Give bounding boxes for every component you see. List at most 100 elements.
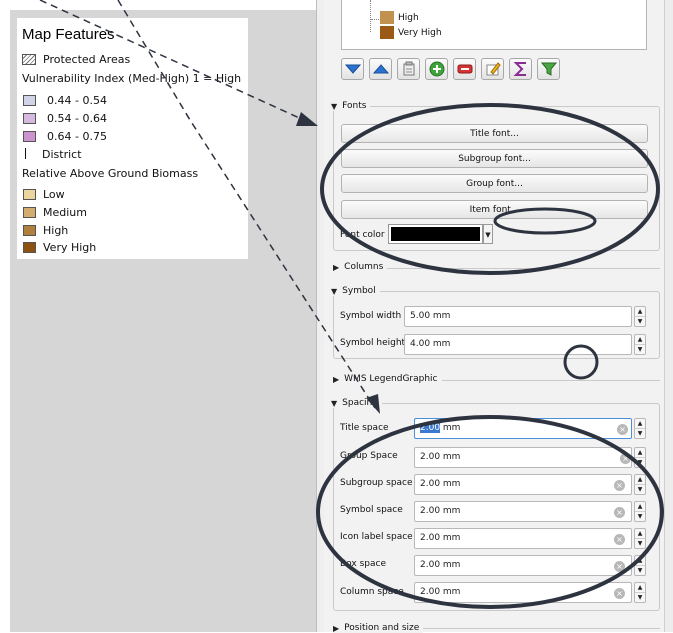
- filter-legend-button[interactable]: [537, 58, 560, 80]
- vuln-label: 0.64 - 0.75: [47, 130, 107, 143]
- clear-icon[interactable]: ×: [614, 480, 625, 491]
- column-space-input[interactable]: 2.00 mm: [414, 582, 632, 603]
- add-icon: [429, 61, 444, 77]
- box-space-input[interactable]: 2.00 mm: [414, 555, 632, 576]
- add-item-button[interactable]: [425, 58, 448, 80]
- biomass-title: Relative Above Ground Biomass: [22, 167, 199, 180]
- group-space-input[interactable]: 2.00 mm: [414, 447, 632, 468]
- clear-icon[interactable]: ×: [620, 453, 631, 464]
- group-font-button[interactable]: Group font...: [341, 174, 648, 193]
- font-color-label: Font color: [340, 230, 385, 240]
- spacing-section-header[interactable]: ▼ Spacing: [331, 398, 382, 408]
- up-arrow-icon[interactable]: ▲: [635, 529, 645, 539]
- remove-item-button[interactable]: [453, 58, 476, 80]
- down-arrow-icon[interactable]: ▼: [635, 345, 645, 354]
- font-color-swatch: [391, 227, 480, 241]
- box-space-label: Box space: [340, 559, 386, 569]
- clear-icon[interactable]: ×: [617, 424, 628, 435]
- legend-items-tree[interactable]: [341, 0, 647, 50]
- subgroup-space-stepper[interactable]: ▲ ▼: [634, 474, 646, 495]
- up-arrow-icon[interactable]: ▲: [635, 502, 645, 512]
- down-arrow-icon[interactable]: ▼: [635, 566, 645, 575]
- symbol-section-header[interactable]: ▼ Symbol: [331, 286, 380, 296]
- down-arrow-icon[interactable]: ▼: [635, 539, 645, 548]
- legend-title: Map Features: [22, 26, 115, 43]
- down-arrow-icon[interactable]: ▼: [635, 429, 645, 438]
- symbol-space-label: Symbol space: [340, 505, 403, 515]
- panel-scrollbar[interactable]: [664, 0, 673, 632]
- biomass-swatch: [23, 207, 36, 218]
- symbol-width-label: Symbol width: [340, 311, 402, 321]
- symbol-height-input[interactable]: 4.00 mm: [404, 334, 632, 355]
- selected-text: 2.00: [420, 423, 441, 433]
- color-dropdown-arrow-icon[interactable]: ▼: [483, 224, 493, 244]
- title-space-input[interactable]: 2.00 mm: [414, 418, 632, 439]
- move-down-icon: [344, 64, 361, 74]
- collapsed-arrow-icon: ▶: [333, 623, 340, 633]
- remove-icon: [457, 64, 472, 74]
- group-space-stepper[interactable]: ▲ ▼: [634, 447, 646, 468]
- clear-icon[interactable]: ×: [614, 534, 625, 545]
- item-font-button[interactable]: Item font...: [341, 200, 648, 219]
- column-space-label: Column space: [340, 587, 404, 597]
- group-space-label: Group Space: [340, 451, 398, 461]
- vuln-label: 0.44 - 0.54: [47, 94, 107, 107]
- biomass-swatch: [23, 242, 36, 253]
- up-arrow-icon[interactable]: ▲: [635, 448, 645, 458]
- icon-label-space-label: Icon label space: [340, 532, 413, 542]
- tree-guide-line: [371, 19, 379, 20]
- up-arrow-icon[interactable]: ▲: [635, 475, 645, 485]
- edit-item-button[interactable]: [481, 58, 504, 80]
- down-arrow-icon[interactable]: ▼: [635, 512, 645, 521]
- subgroup-space-input[interactable]: 2.00 mm: [414, 474, 632, 495]
- icon-label-space-stepper[interactable]: ▲ ▼: [634, 528, 646, 549]
- list-item-label[interactable]: High: [398, 13, 419, 23]
- list-item-swatch: [380, 11, 394, 24]
- down-arrow-icon[interactable]: ▼: [635, 458, 645, 467]
- symbol-space-input[interactable]: 2.00 mm: [414, 501, 632, 522]
- biomass-swatch: [23, 189, 36, 200]
- filter-icon: [540, 62, 557, 76]
- box-space-stepper[interactable]: ▲ ▼: [634, 555, 646, 576]
- symbol-space-stepper[interactable]: ▲ ▼: [634, 501, 646, 522]
- biomass-swatch: [23, 225, 36, 236]
- edit-group-button[interactable]: [397, 58, 420, 80]
- move-down-button[interactable]: [341, 58, 364, 80]
- clear-icon[interactable]: ×: [614, 561, 625, 572]
- icon-label-space-input[interactable]: 2.00 mm: [414, 528, 632, 549]
- up-arrow-icon[interactable]: ▲: [635, 335, 645, 345]
- vuln-swatch: [23, 95, 36, 106]
- symbol-width-stepper[interactable]: ▲ ▼: [634, 306, 646, 327]
- protected-areas-swatch: [22, 54, 36, 65]
- count-features-button[interactable]: [509, 58, 532, 80]
- down-arrow-icon[interactable]: ▼: [635, 485, 645, 494]
- symbol-width-input[interactable]: 5.00 mm: [404, 306, 632, 327]
- down-arrow-icon[interactable]: ▼: [635, 593, 645, 602]
- collapsed-arrow-icon: ▶: [333, 262, 340, 272]
- list-item-label[interactable]: Very High: [398, 28, 442, 38]
- clear-icon[interactable]: ×: [614, 588, 625, 599]
- vuln-swatch: [23, 113, 36, 124]
- font-color-button[interactable]: [388, 224, 483, 244]
- tree-guide-line: [370, 0, 371, 32]
- title-font-button[interactable]: Title font...: [341, 124, 648, 143]
- biomass-label: Low: [43, 188, 65, 201]
- symbol-height-stepper[interactable]: ▲ ▼: [634, 334, 646, 355]
- title-space-stepper[interactable]: ▲ ▼: [634, 418, 646, 439]
- subgroup-space-label: Subgroup space: [340, 478, 413, 488]
- expanded-arrow-icon: ▼: [331, 286, 338, 296]
- up-arrow-icon[interactable]: ▲: [635, 583, 645, 593]
- up-arrow-icon[interactable]: ▲: [635, 307, 645, 317]
- down-arrow-icon[interactable]: ▼: [635, 317, 645, 326]
- panel-splitter[interactable]: [316, 0, 324, 632]
- edit-group-icon: [403, 61, 414, 76]
- up-arrow-icon[interactable]: ▲: [635, 556, 645, 566]
- district-label: District: [42, 148, 82, 161]
- subgroup-font-button[interactable]: Subgroup font...: [341, 149, 648, 168]
- move-up-button[interactable]: [369, 58, 392, 80]
- up-arrow-icon[interactable]: ▲: [635, 419, 645, 429]
- sigma-icon: [513, 62, 526, 76]
- clear-icon[interactable]: ×: [614, 507, 625, 518]
- column-space-stepper[interactable]: ▲ ▼: [634, 582, 646, 603]
- fonts-section-header[interactable]: ▼ Fonts: [331, 101, 371, 111]
